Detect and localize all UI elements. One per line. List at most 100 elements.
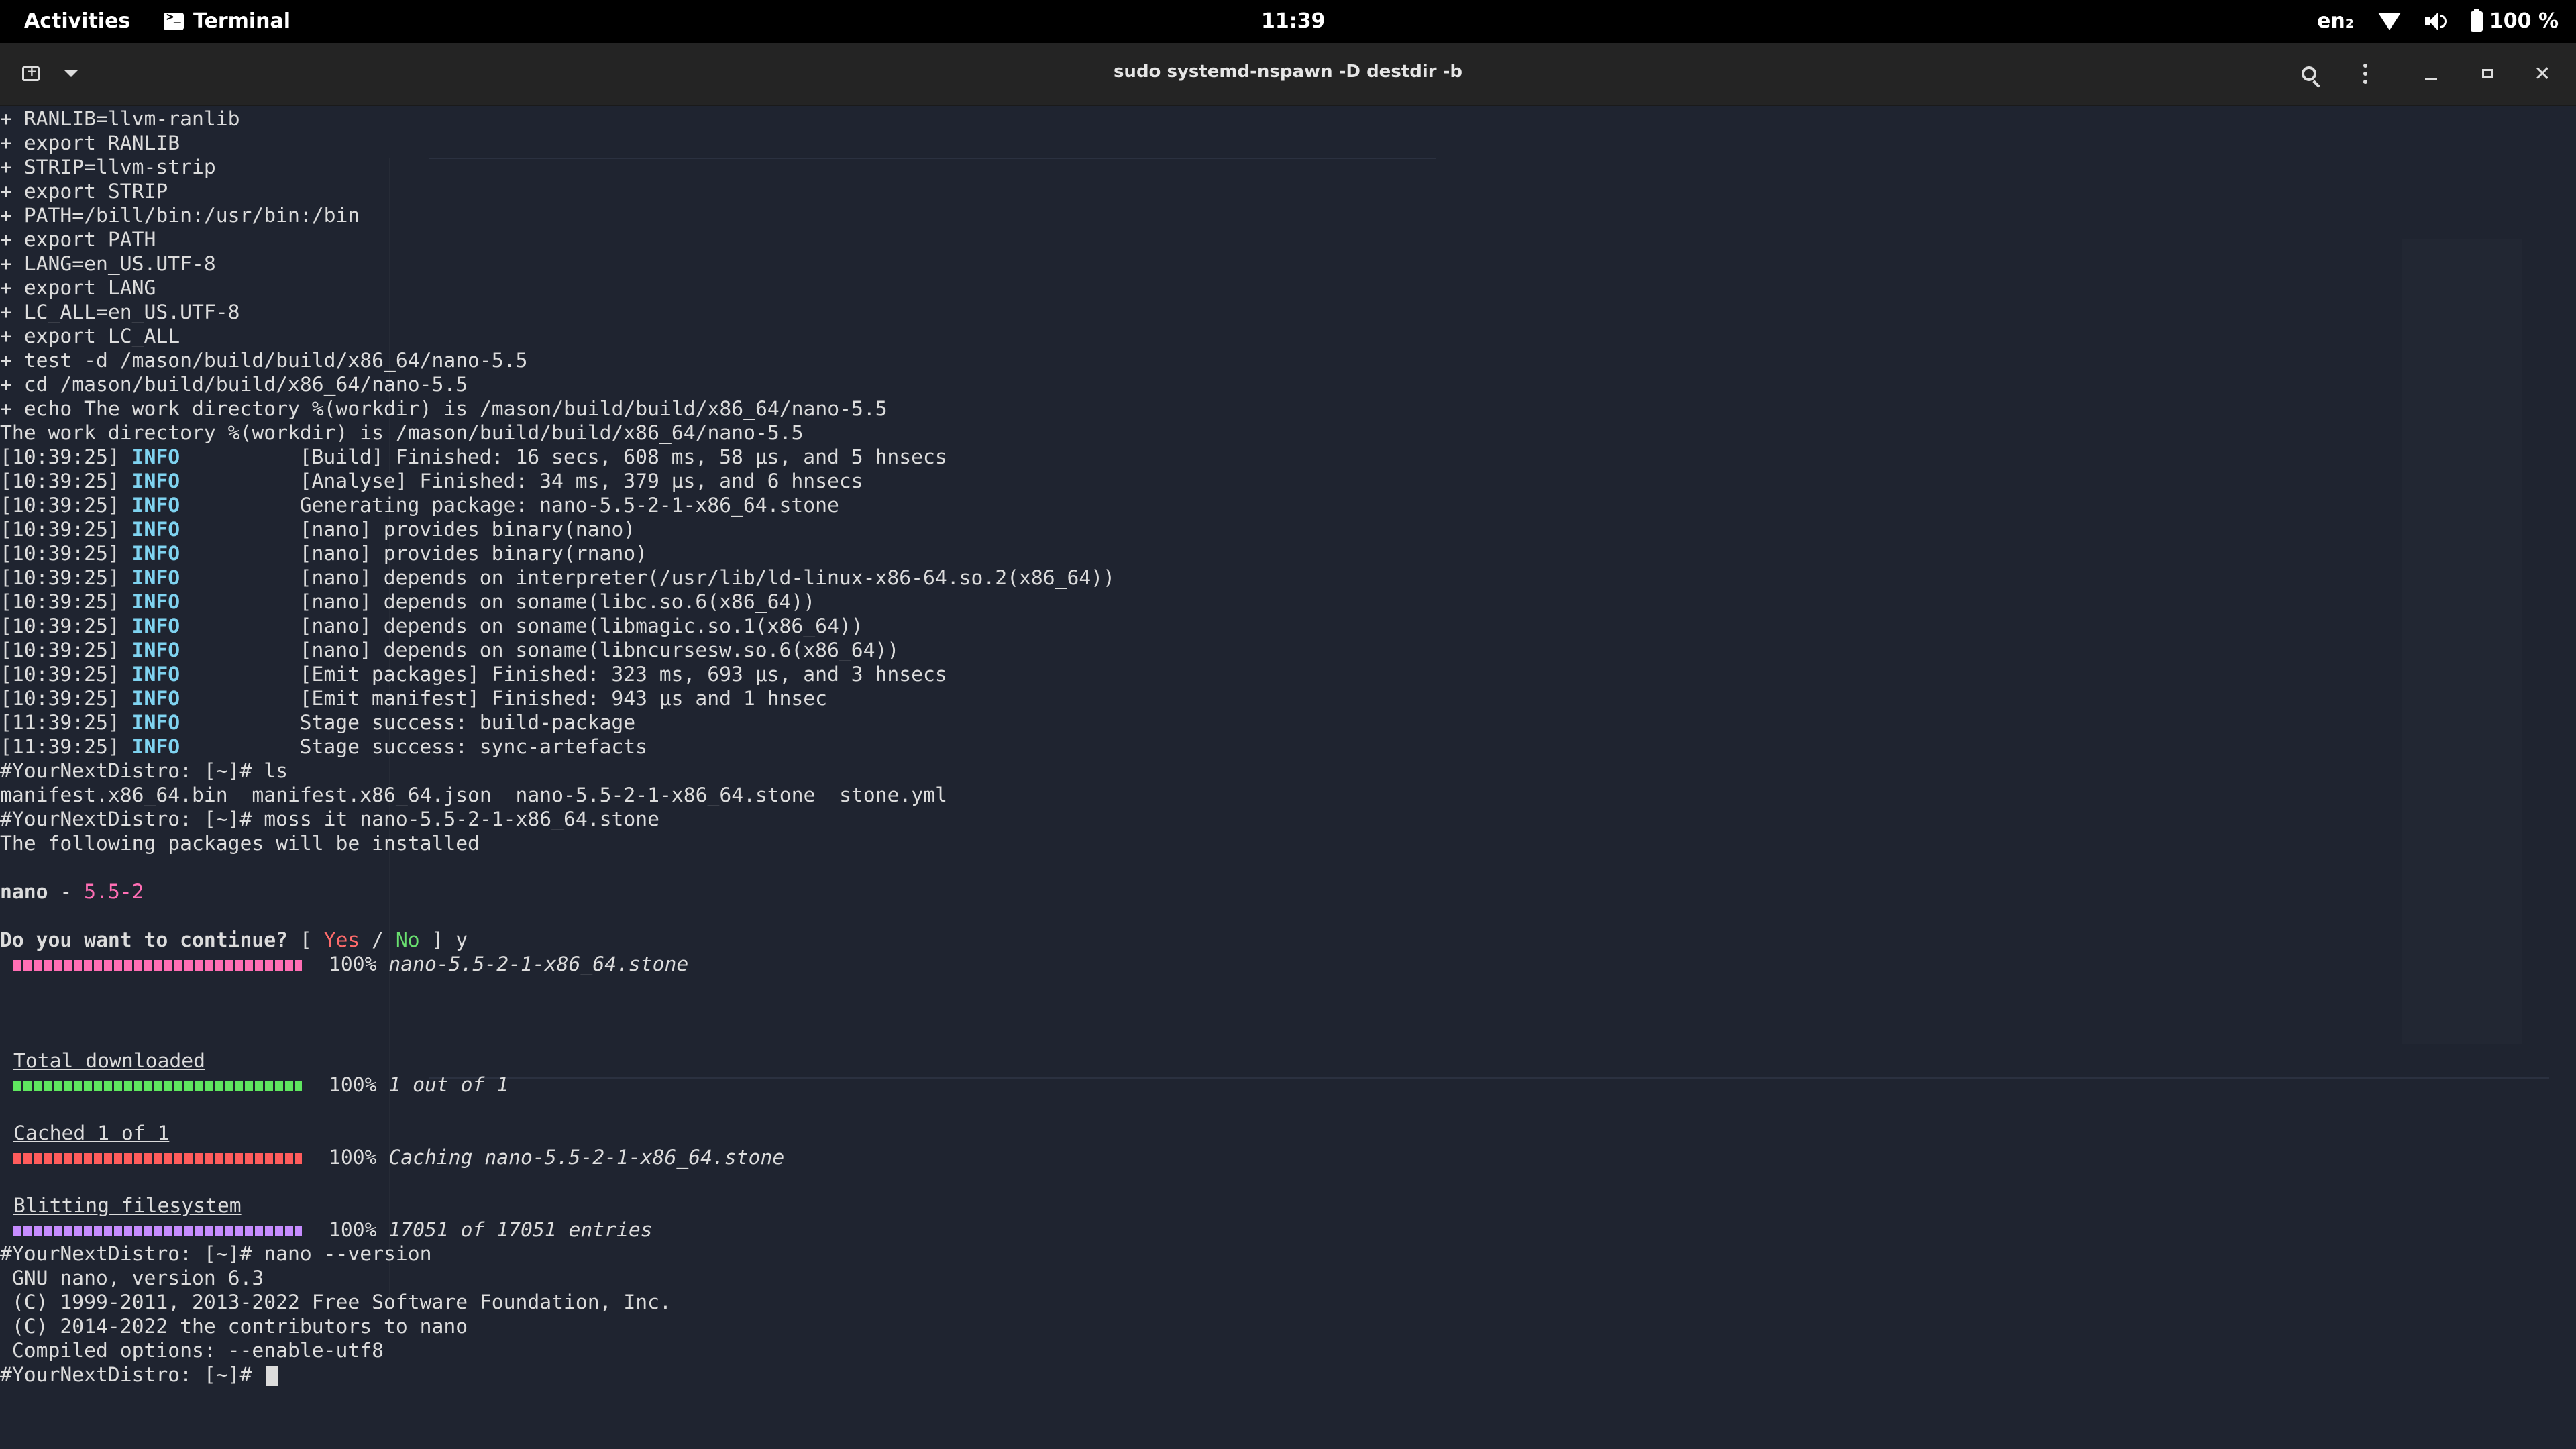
- nano-version-line: (C) 2014-2022 the contributors to nano: [0, 1315, 468, 1338]
- package-separator: -: [48, 880, 85, 904]
- progress-row-fetch: 100% nano-5.5-2-1-x86_64.stone: [0, 953, 2576, 977]
- log-line: [10:39:25] INFO [nano] depends on soname(…: [0, 590, 2576, 614]
- log-line: [10:39:25] INFO [Emit packages] Finished:…: [0, 663, 2576, 687]
- env-trace-line: + STRIP=llvm-strip: [0, 156, 216, 179]
- log-level: INFO: [131, 711, 180, 735]
- confirm-no: No: [395, 928, 420, 952]
- log-line: [10:39:25] INFO [nano] depends on interpr…: [0, 566, 2576, 590]
- log-level: INFO: [131, 470, 180, 493]
- log-line: [10:39:25] INFO [nano] provides binary(na…: [0, 518, 2576, 542]
- log-message: [nano] provides binary(rnano): [299, 542, 647, 566]
- log-message: [nano] depends on soname(libmagic.so.1(x…: [299, 614, 863, 638]
- log-timestamp: [10:39:25]: [0, 566, 120, 590]
- log-timestamp: [10:39:25]: [0, 518, 120, 541]
- terminal-app-icon: [164, 10, 184, 30]
- text-cursor: [266, 1365, 279, 1386]
- progress-percent: 100%: [329, 1146, 377, 1169]
- progress-row-blitting: 100% 17051 of 17051 entries: [0, 1218, 2576, 1242]
- progress-detail: 1 out of 1: [388, 1073, 509, 1097]
- log-timestamp: [10:39:25]: [0, 663, 120, 686]
- prompt-line-ls: #YourNextDistro: [~]# ls: [0, 759, 2576, 784]
- prompt-line-nano: #YourNextDistro: [~]# nano --version: [0, 1242, 2576, 1267]
- env-trace-line: + RANLIB=llvm-ranlib: [0, 107, 240, 131]
- command: nano --version: [264, 1242, 432, 1266]
- log-level: INFO: [131, 494, 180, 517]
- progress-detail: 17051 of 17051 entries: [388, 1218, 653, 1242]
- log-line: [10:39:25] INFO [nano] depends on soname(…: [0, 614, 2576, 639]
- confirm-answer: y: [455, 928, 468, 952]
- log-timestamp: [11:39:25]: [0, 735, 120, 759]
- package-name: nano: [0, 880, 48, 904]
- env-trace-line: + LC_ALL=en_US.UTF-8: [0, 301, 240, 324]
- confirm-bracket-close: ]: [419, 928, 456, 952]
- log-level: INFO: [131, 566, 180, 590]
- env-trace-line: + LANG=en_US.UTF-8: [0, 252, 216, 276]
- log-level: INFO: [131, 542, 180, 566]
- activities-button[interactable]: Activities: [24, 9, 130, 33]
- window-title: sudo systemd-nspawn -D destdir -b: [1113, 62, 1463, 82]
- nano-version-line: Compiled options: --enable-utf8: [0, 1339, 384, 1362]
- command: moss it nano-5.5-2-1-x86_64.stone: [264, 808, 660, 831]
- progress-heading: Blitting filesystem: [13, 1194, 241, 1218]
- progress-heading: Total downloaded: [13, 1049, 205, 1073]
- clock[interactable]: 11:39: [1261, 9, 1326, 33]
- env-trace-line: + export LANG: [0, 276, 156, 300]
- battery-icon: [2470, 8, 2483, 32]
- search-button[interactable]: [2293, 58, 2325, 90]
- package-line: nano - 5.5-2: [0, 880, 2576, 904]
- env-trace-line: + PATH=/bill/bin:/usr/bin:/bin: [0, 204, 360, 227]
- progress-row-downloaded: 100% 1 out of 1: [0, 1073, 2576, 1097]
- log-line: [11:39:25] INFO Stage success: sync-artef…: [0, 735, 2576, 759]
- confirm-yes: Yes: [323, 928, 360, 952]
- nano-version-line: (C) 1999-2011, 2013-2022 Free Software F…: [0, 1291, 672, 1314]
- minimize-button[interactable]: [2415, 58, 2447, 90]
- log-line: [10:39:25] INFO [Emit manifest] Finished:…: [0, 687, 2576, 711]
- menu-button[interactable]: [2349, 58, 2381, 90]
- log-timestamp: [10:39:25]: [0, 614, 120, 638]
- prompt-line-current: #YourNextDistro: [~]#: [0, 1363, 2576, 1387]
- maximize-icon: [2482, 69, 2493, 78]
- keyboard-layout-indicator[interactable]: en₂: [2317, 9, 2354, 33]
- log-line: [11:39:25] INFO Stage success: build-pack…: [0, 711, 2576, 735]
- ls-output: manifest.x86_64.bin manifest.x86_64.json…: [0, 784, 947, 807]
- command: ls: [264, 759, 288, 783]
- env-trace-line: + test -d /mason/build/build/x86_64/nano…: [0, 349, 528, 372]
- log-message: [Emit manifest] Finished: 943 μs and 1 h…: [299, 687, 828, 710]
- close-icon: ✕: [2534, 62, 2551, 86]
- system-tray[interactable]: en₂ 100 %: [2317, 8, 2559, 33]
- log-level: INFO: [131, 687, 180, 710]
- log-timestamp: [10:39:25]: [0, 639, 120, 662]
- battery-percent: 100 %: [2489, 9, 2559, 33]
- progress-bar-fetch: [13, 959, 302, 971]
- log-message: [Analyse] Finished: 34 ms, 379 μs, and 6…: [299, 470, 863, 493]
- log-line: [10:39:25] INFO [nano] provides binary(rn…: [0, 542, 2576, 566]
- close-button[interactable]: ✕: [2526, 58, 2559, 90]
- env-trace-line: + echo The work directory %(workdir) is …: [0, 397, 888, 421]
- log-level: INFO: [131, 614, 180, 638]
- log-timestamp: [10:39:25]: [0, 590, 120, 614]
- log-level: INFO: [131, 663, 180, 686]
- search-icon: [2302, 66, 2316, 81]
- log-level: INFO: [131, 518, 180, 541]
- build-log-block: [10:39:25] INFO [Build] Finished: 16 secs…: [0, 445, 2576, 759]
- progress-heading-downloaded: Total downloaded: [0, 1049, 2576, 1073]
- prompt: #YourNextDistro: [~]#: [0, 1242, 264, 1266]
- progress-detail: Caching nano-5.5-2-1-x86_64.stone: [388, 1146, 785, 1169]
- env-trace-block: + RANLIB=llvm-ranlib + export RANLIB + STR…: [0, 107, 2576, 445]
- progress-percent: 100%: [329, 1218, 377, 1242]
- terminal-output[interactable]: + RANLIB=llvm-ranlib + export RANLIB + STR…: [0, 107, 2576, 1449]
- env-trace-line: + export STRIP: [0, 180, 168, 203]
- progress-percent: 100%: [329, 1073, 377, 1097]
- app-menu[interactable]: Terminal: [164, 9, 290, 33]
- log-timestamp: [10:39:25]: [0, 470, 120, 493]
- maximize-button[interactable]: [2471, 58, 2504, 90]
- volume-icon: [2424, 11, 2447, 31]
- env-trace-line: + cd /mason/build/build/x86_64/nano-5.5: [0, 373, 468, 396]
- log-line: [10:39:25] INFO [nano] depends on soname(…: [0, 639, 2576, 663]
- log-message: [nano] depends on soname(libncursesw.so.…: [299, 639, 900, 662]
